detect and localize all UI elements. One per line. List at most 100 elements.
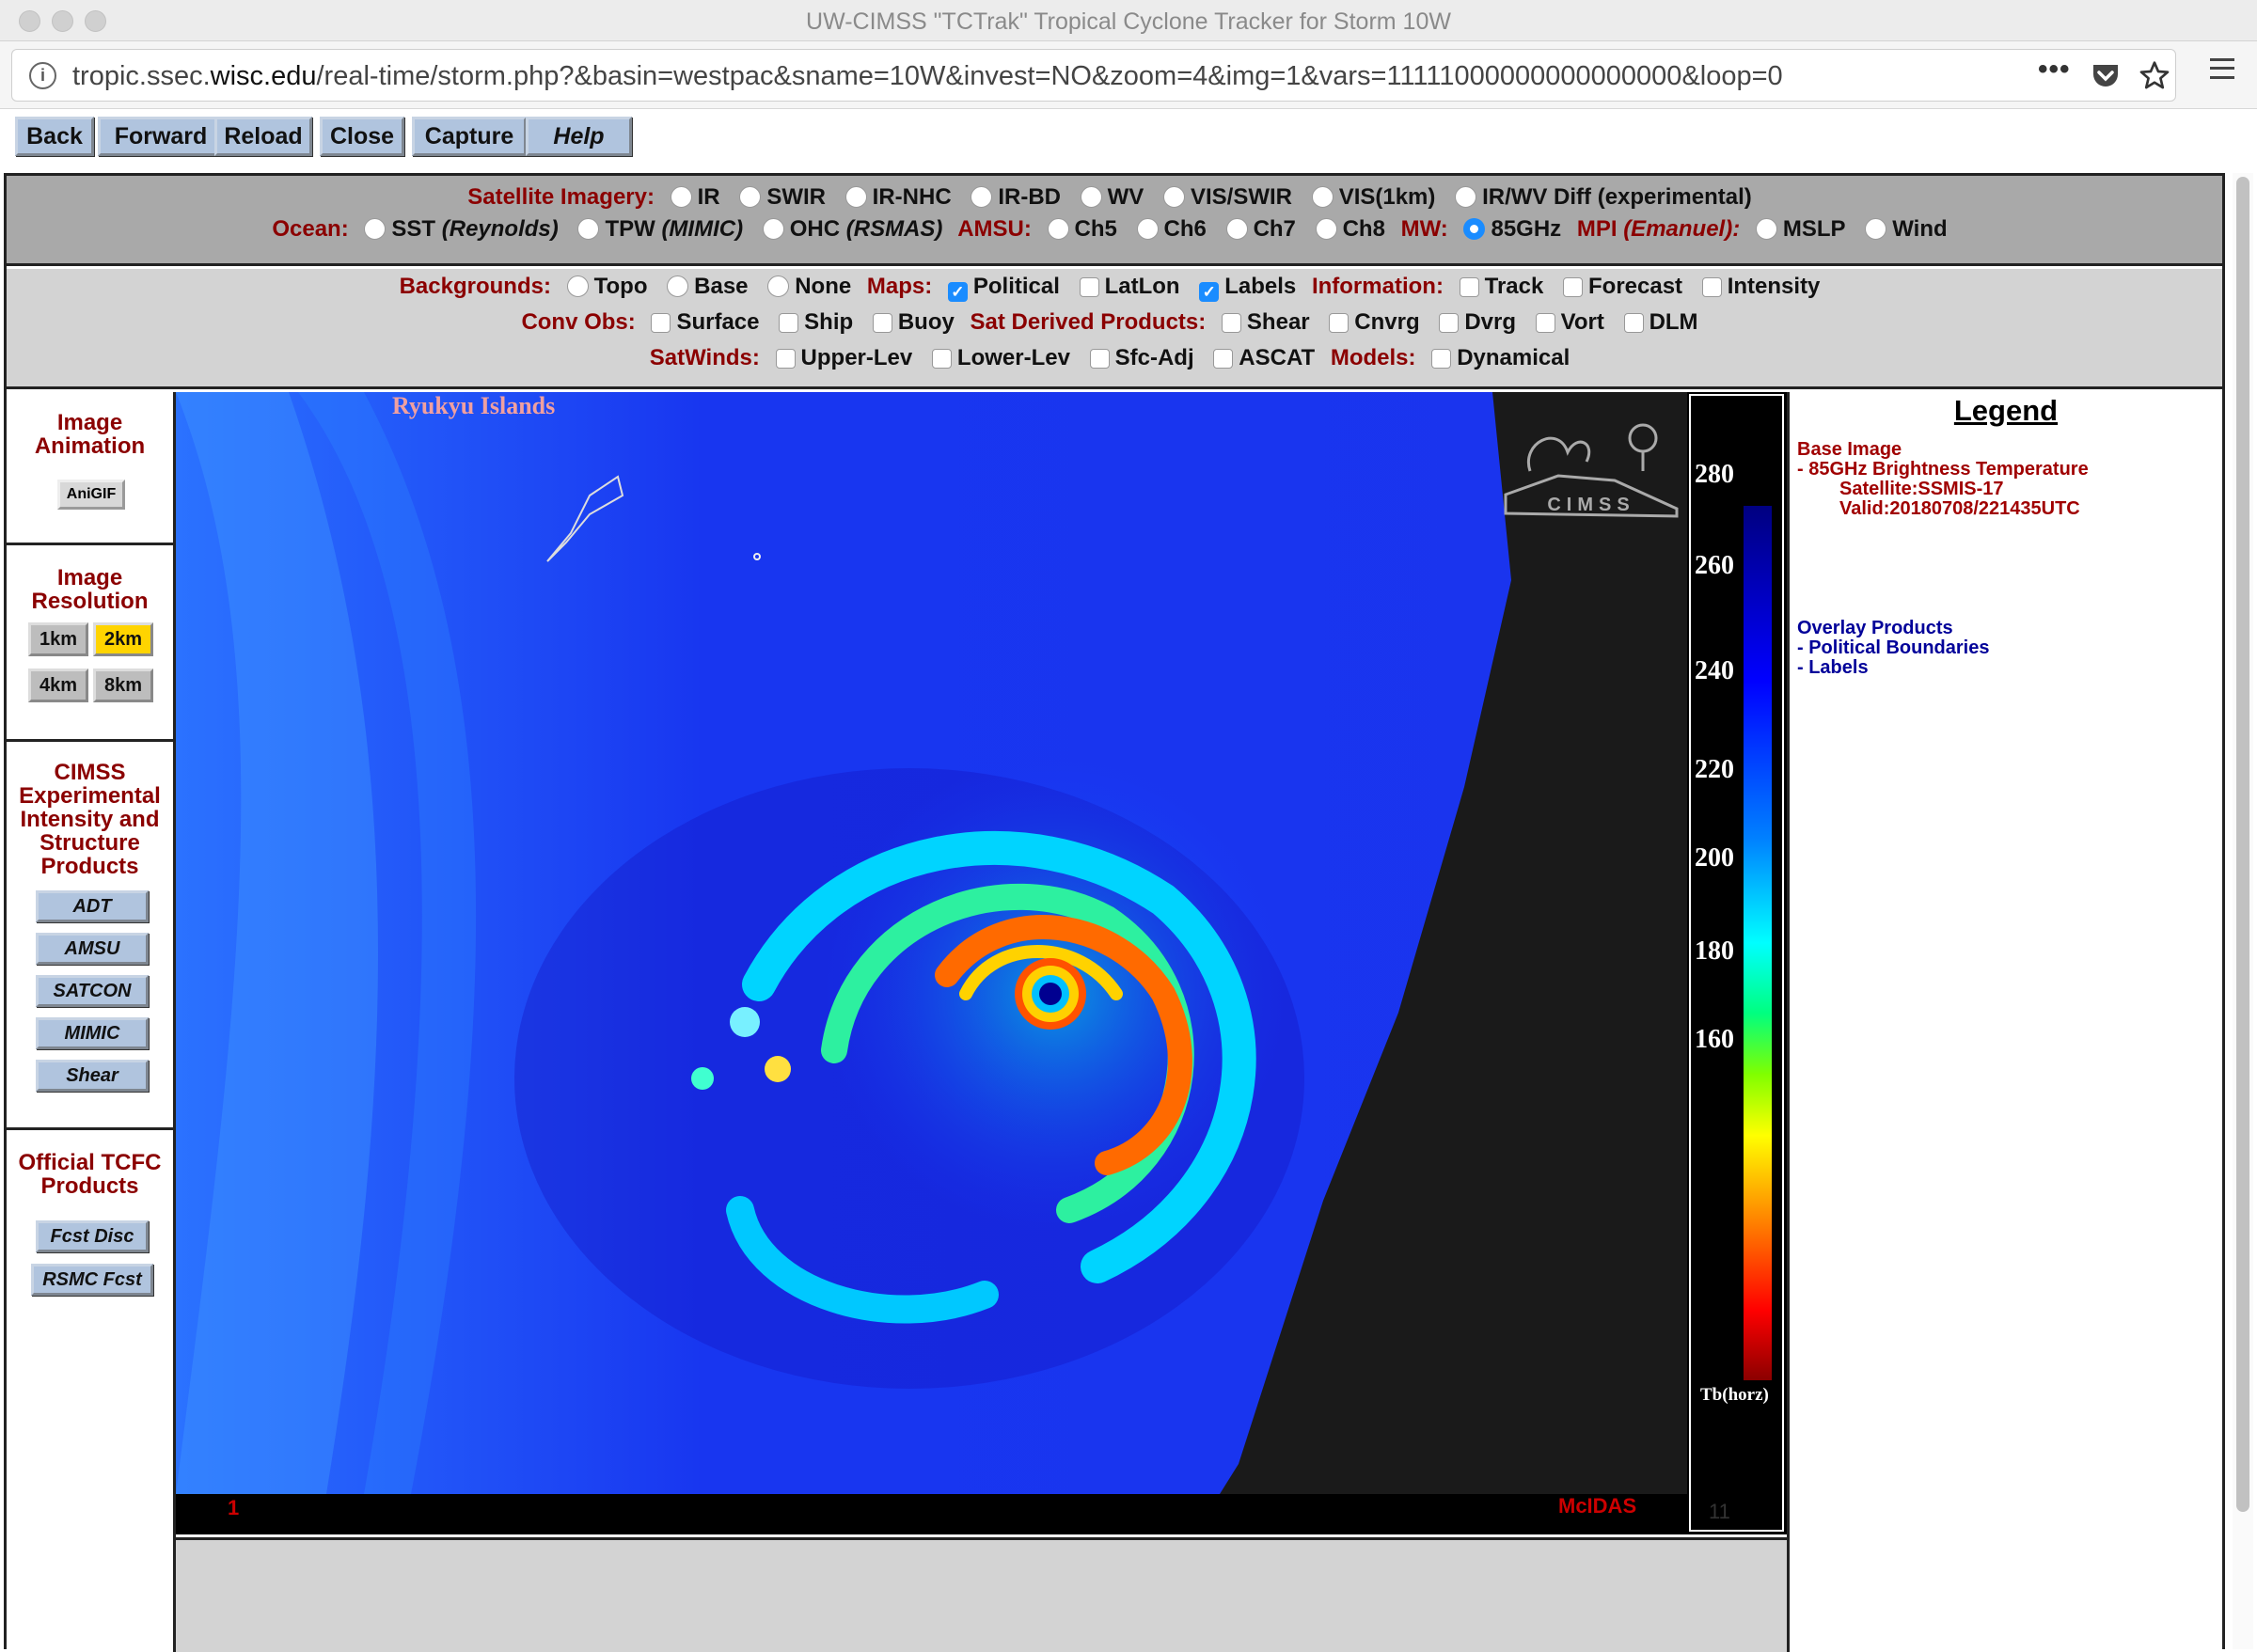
radio-wv[interactable] [1080,186,1102,208]
checkbox-surface[interactable] [651,313,671,333]
checkbox-ship[interactable] [779,313,799,333]
radio-sst[interactable] [364,218,387,240]
cimss-products-section: CIMSS Experimental Intensity and Structu… [7,742,173,1130]
radio-vis-swir[interactable] [1163,186,1185,208]
url-bar[interactable]: i tropic.ssec.wisc.edu/real-time/storm.p… [11,49,2176,102]
satcon-button[interactable]: SATCON [36,975,149,1007]
checkbox-track[interactable] [1459,277,1479,297]
radio-vis-1km[interactable] [1311,186,1334,208]
backgrounds-row: Backgrounds: Topo Base None Maps: ✓ Polit… [399,274,1821,302]
radio-ch5[interactable] [1047,218,1069,240]
checkbox-cnvrg[interactable] [1329,313,1349,333]
radio-ch6[interactable] [1136,218,1159,240]
rsmc-fcst-button[interactable]: RSMC Fcst [31,1264,153,1296]
satellite-row: Satellite Imagery: IR SWIR IR-NHC IR-BD … [467,184,1752,210]
amsu-button[interactable]: AMSU [36,933,149,965]
res-4km-button[interactable]: 4km [28,669,88,702]
radio-none[interactable] [767,275,790,297]
satellite-image[interactable]: Ryukyu Islands CIMSS 280 260 240 220 200… [176,392,1787,1534]
menu-icon[interactable] [2210,58,2234,79]
checkbox-shear[interactable] [1221,313,1241,333]
checkbox-dynamical[interactable] [1431,349,1452,369]
tctrak-panel: Satellite Imagery: IR SWIR IR-NHC IR-BD … [4,173,2225,1652]
back-button[interactable]: Back [15,117,94,156]
checkbox-forecast[interactable] [1563,277,1583,297]
capture-button[interactable]: Capture [412,117,527,156]
svg-text:CIMSS: CIMSS [1547,495,1634,515]
more-actions-icon[interactable]: ••• [2038,54,2071,86]
radio-ir-bd[interactable] [971,186,993,208]
overlay-selector: Backgrounds: Topo Base None Maps: ✓ Polit… [7,269,2222,389]
window-title: UW-CIMSS "TCTrak" Tropical Cyclone Track… [806,8,1451,35]
help-button[interactable]: Help [526,117,632,156]
radio-ohc[interactable] [762,218,784,240]
legend-panel: Legend Base Image - 85GHz Brightness Tem… [1787,392,2222,1652]
checkbox-intensity[interactable] [1701,277,1722,297]
mimic-button[interactable]: MIMIC [36,1017,149,1049]
tcfc-section: Official TCFC Products Fcst Disc RSMC Fc… [7,1130,173,1652]
shear-button[interactable]: Shear [36,1060,149,1092]
bookmark-star-icon[interactable] [2139,60,2170,90]
mcidas-label: McIDAS [1558,1494,1637,1518]
forward-button[interactable]: Forward [98,117,224,156]
resolution-title: Image Resolution [31,565,149,614]
reload-button[interactable]: Reload [214,117,312,156]
checkbox-ascat[interactable] [1213,349,1234,369]
res-8km-button[interactable]: 8km [93,669,153,702]
colorbar-tick: 280 [1695,460,1734,489]
radio-85ghz[interactable] [1463,218,1486,240]
colorbar-tick: 260 [1695,551,1734,580]
radio-wind[interactable] [1865,218,1887,240]
checkbox-buoy[interactable] [872,313,892,333]
adt-button[interactable]: ADT [36,890,149,922]
checkbox-dlm[interactable] [1623,313,1644,333]
radio-ir-nhc[interactable] [844,186,867,208]
mw-label: MW: [1400,216,1448,242]
storm-imagery [176,392,1687,1494]
close-button[interactable]: Close [320,117,404,156]
info-icon[interactable]: i [29,62,56,89]
page-scrollbar[interactable] [2233,173,2253,1649]
checkbox-dvrg[interactable] [1439,313,1460,333]
anigif-button[interactable]: AniGIF [57,480,125,510]
radio-ch7[interactable] [1225,218,1248,240]
radio-ch8[interactable] [1315,218,1337,240]
res-1km-button[interactable]: 1km [28,622,88,656]
checkbox-latlon[interactable] [1079,277,1099,297]
checkbox-upper-lev[interactable] [775,349,796,369]
browser-navbar: i tropic.ssec.wisc.edu/real-time/storm.p… [0,41,2257,109]
radio-tpw[interactable] [577,218,600,240]
microwave-image[interactable]: Ryukyu Islands CIMSS [176,392,1687,1494]
fcst-disc-button[interactable]: Fcst Disc [36,1220,149,1252]
colorbar-tick: 160 [1695,1025,1734,1054]
legend-base-item: - 85GHz Brightness Temperature [1797,459,2089,480]
checkbox-labels[interactable]: ✓ [1199,282,1220,302]
res-2km-button[interactable]: 2km [93,622,153,656]
url-text[interactable]: tropic.ssec.wisc.edu/real-time/storm.php… [72,61,1783,92]
pocket-icon[interactable] [2091,62,2121,90]
colorbar-tick: 240 [1695,656,1734,685]
checkbox-lower-lev[interactable] [931,349,952,369]
tcfc-title: Official TCFC Products [18,1150,162,1199]
legend-overlay-heading: Overlay Products [1797,618,1953,638]
radio-base[interactable] [667,275,689,297]
radio-ir-wv-diff[interactable] [1455,186,1477,208]
ocean-row: Ocean: SST (Reynolds) TPW (MIMIC) OHC (R… [272,216,1948,242]
colorbar-gradient [1744,506,1772,1380]
left-sidebar: Image Animation AniGIF Image Resolution … [7,392,176,1652]
resolution-section: Image Resolution 1km 2km 4km 8km [7,545,173,742]
checkbox-political[interactable]: ✓ [947,282,968,302]
checkbox-sfc-adj[interactable] [1089,349,1110,369]
radio-swir[interactable] [739,186,762,208]
legend-overlay-item: - Political Boundaries [1797,637,1990,658]
scrollbar-thumb[interactable] [2236,177,2249,1512]
radio-topo[interactable] [566,275,589,297]
legend-satellite: Satellite:SSMIS-17 [1839,479,2004,499]
satellite-label: Satellite Imagery: [467,184,655,210]
colorbar-tick: 200 [1695,843,1734,873]
checkbox-vort[interactable] [1535,313,1555,333]
radio-ir[interactable] [670,186,692,208]
radio-mslp[interactable] [1755,218,1777,240]
colorbar: 280 260 240 220 200 180 160 Tb(horz) [1689,394,1784,1532]
legend-valid: Valid:20180708/221435UTC [1839,498,2080,519]
